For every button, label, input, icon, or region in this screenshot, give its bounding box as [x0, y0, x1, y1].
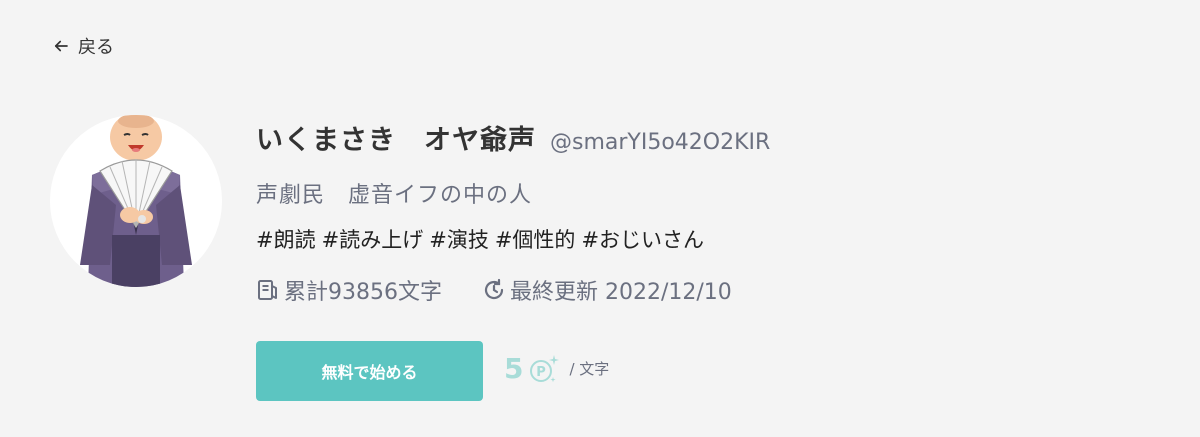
tag[interactable]: #おじいさん [581, 224, 704, 254]
last-updated-text: 最終更新 2022/12/10 [510, 280, 732, 305]
profile-header: いくまさき オヤ爺声 @smarYI5o42O2KIR [256, 118, 770, 157]
tag[interactable]: #朗読 [256, 224, 316, 254]
avatar-image [50, 115, 222, 287]
arrow-left-icon [54, 40, 68, 52]
price-per-char: 5 P / 文字 [504, 352, 609, 385]
avatar [50, 115, 222, 287]
tag[interactable]: #読み上げ [322, 224, 424, 254]
tag-list: #朗読 #読み上げ #演技 #個性的 #おじいさん [256, 224, 704, 254]
start-free-button[interactable]: 無料で始める [256, 341, 483, 401]
profile-name: いくまさき オヤ爺声 [256, 125, 536, 156]
tag[interactable]: #個性的 [495, 224, 576, 254]
last-updated-stat: 最終更新 2022/12/10 [482, 274, 732, 306]
document-icon [258, 280, 277, 300]
price-amount: 5 [504, 352, 524, 385]
point-coin-icon: P [530, 354, 560, 382]
history-icon [484, 278, 504, 300]
profile-bio: 声劇民 虚音イフの中の人 [256, 183, 533, 208]
profile-stats: 累計93856文字 最終更新 2022/12/10 [256, 274, 732, 306]
back-link[interactable]: 戻る [52, 33, 114, 59]
profile-handle: @smarYI5o42O2KIR [550, 130, 771, 155]
price-unit: / 文字 [569, 360, 610, 378]
total-chars-stat: 累計93856文字 [256, 274, 442, 306]
total-chars-text: 累計93856文字 [284, 280, 442, 305]
svg-text:P: P [537, 365, 547, 380]
tag[interactable]: #演技 [429, 224, 489, 254]
back-label: 戻る [78, 37, 114, 58]
